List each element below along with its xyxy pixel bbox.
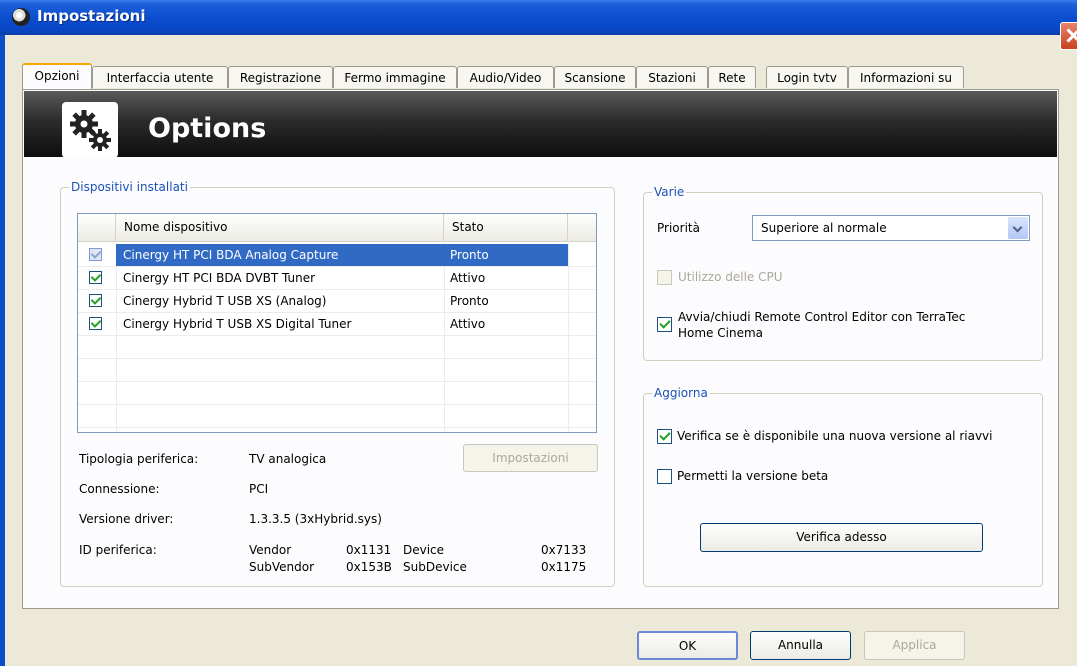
subdevice-label: SubDevice <box>403 560 467 574</box>
row-checkbox[interactable] <box>89 248 102 261</box>
settings-window: Impostazioni Opzioni Interfaccia utente … <box>0 0 1077 666</box>
table-row[interactable]: Cinergy Hybrid T USB XS Digital Tuner At… <box>78 313 596 336</box>
options-banner: Options <box>24 91 1057 158</box>
empty-row <box>78 359 596 382</box>
device-value: 0x7133 <box>541 543 587 557</box>
tab-opzioni[interactable]: Opzioni <box>22 63 92 89</box>
check-update-checkbox[interactable] <box>657 429 672 444</box>
installed-devices-legend: Dispositivi installati <box>69 180 190 194</box>
device-type-label: Tipologia periferica: <box>79 452 199 466</box>
subvendor-value: 0x153B <box>346 560 392 574</box>
device-settings-button[interactable]: Impostazioni <box>463 444 598 472</box>
device-name: Cinergy HT PCI BDA Analog Capture <box>123 248 339 262</box>
subdevice-value: 0x1175 <box>541 560 587 574</box>
row-checkbox[interactable] <box>89 294 102 307</box>
device-state: Pronto <box>450 294 489 308</box>
beta-label: Permetti la versione beta <box>677 469 829 483</box>
device-state: Attivo <box>450 317 486 331</box>
empty-row <box>78 336 596 359</box>
tab-registrazione[interactable]: Registrazione <box>228 66 333 88</box>
device-name: Cinergy Hybrid T USB XS (Analog) <box>123 294 327 308</box>
beta-checkbox[interactable] <box>657 469 672 484</box>
tab-login-tvtv[interactable]: Login tvtv <box>766 66 848 88</box>
priority-label: Priorità <box>657 221 700 235</box>
gears-icon <box>62 102 118 158</box>
device-list[interactable]: Nome dispositivo Stato Cinergy HT PCI BD… <box>77 213 597 433</box>
cpu-usage-label: Utilizzo delle CPU <box>678 270 783 284</box>
cancel-button[interactable]: Annulla <box>750 631 851 660</box>
remote-control-checkbox[interactable] <box>657 317 672 332</box>
header-state[interactable]: Stato <box>444 214 568 241</box>
remote-control-label-1: Avvia/chiudi Remote Control Editor con T… <box>678 310 966 324</box>
driver-version-label: Versione driver: <box>79 512 174 526</box>
priority-select[interactable]: Superiore al normale <box>752 215 1030 241</box>
tab-interfaccia-utente[interactable]: Interfaccia utente <box>92 66 228 88</box>
header-device-name[interactable]: Nome dispositivo <box>116 214 444 241</box>
window-title: Impostazioni <box>37 7 146 25</box>
device-list-header: Nome dispositivo Stato <box>78 214 596 242</box>
tab-stazioni[interactable]: Stazioni <box>636 66 708 88</box>
row-checkbox[interactable] <box>89 317 102 330</box>
update-group: Aggiorna <box>643 386 1043 587</box>
subvendor-label: SubVendor <box>249 560 314 574</box>
empty-row <box>78 382 596 405</box>
table-row[interactable]: Cinergy Hybrid T USB XS (Analog) Pronto <box>78 290 596 313</box>
check-update-label: Verifica se è disponibile una nuova vers… <box>677 429 993 443</box>
check-now-button[interactable]: Verifica adesso <box>700 523 983 552</box>
tab-rete[interactable]: Rete <box>708 66 756 88</box>
device-label: Device <box>403 543 445 557</box>
driver-version-value: 1.3.3.5 (3xHybrid.sys) <box>249 512 382 526</box>
ok-button[interactable]: OK <box>637 631 738 660</box>
connection-value: PCI <box>249 482 269 496</box>
apply-button[interactable]: Applica <box>864 631 965 660</box>
connection-label: Connessione: <box>79 482 160 496</box>
vendor-value: 0x1131 <box>346 543 392 557</box>
empty-row <box>78 405 596 428</box>
device-id-label: ID periferica: <box>79 543 157 557</box>
banner-title: Options <box>148 113 267 144</box>
close-icon[interactable] <box>1060 22 1077 50</box>
tab-fermo-immagine[interactable]: Fermo immagine <box>333 66 457 88</box>
tab-audio-video[interactable]: Audio/Video <box>457 66 554 88</box>
device-name: Cinergy Hybrid T USB XS Digital Tuner <box>123 317 352 331</box>
table-row[interactable]: Cinergy HT PCI BDA DVBT Tuner Attivo <box>78 267 596 290</box>
device-state: Pronto <box>450 248 489 262</box>
tab-scansione[interactable]: Scansione <box>554 66 636 88</box>
device-name: Cinergy HT PCI BDA DVBT Tuner <box>123 271 316 285</box>
update-legend: Aggiorna <box>652 386 710 400</box>
priority-value: Superiore al normale <box>761 221 887 235</box>
app-icon <box>12 8 30 26</box>
table-row[interactable]: Cinergy HT PCI BDA Analog Capture Pronto <box>78 244 596 267</box>
row-checkbox[interactable] <box>89 271 102 284</box>
chevron-down-icon[interactable] <box>1008 217 1028 239</box>
header-check-column[interactable] <box>78 214 116 241</box>
remote-control-label-2: Home Cinema <box>678 326 763 340</box>
title-bar[interactable]: Impostazioni <box>0 0 1077 50</box>
tab-informazioni-su[interactable]: Informazioni su <box>848 66 964 88</box>
vendor-label: Vendor <box>249 543 292 557</box>
window-border <box>0 35 5 666</box>
device-state: Attivo <box>450 271 486 285</box>
device-type-value: TV analogica <box>249 452 327 466</box>
misc-legend: Varie <box>652 185 687 199</box>
cpu-usage-checkbox[interactable] <box>657 270 672 285</box>
